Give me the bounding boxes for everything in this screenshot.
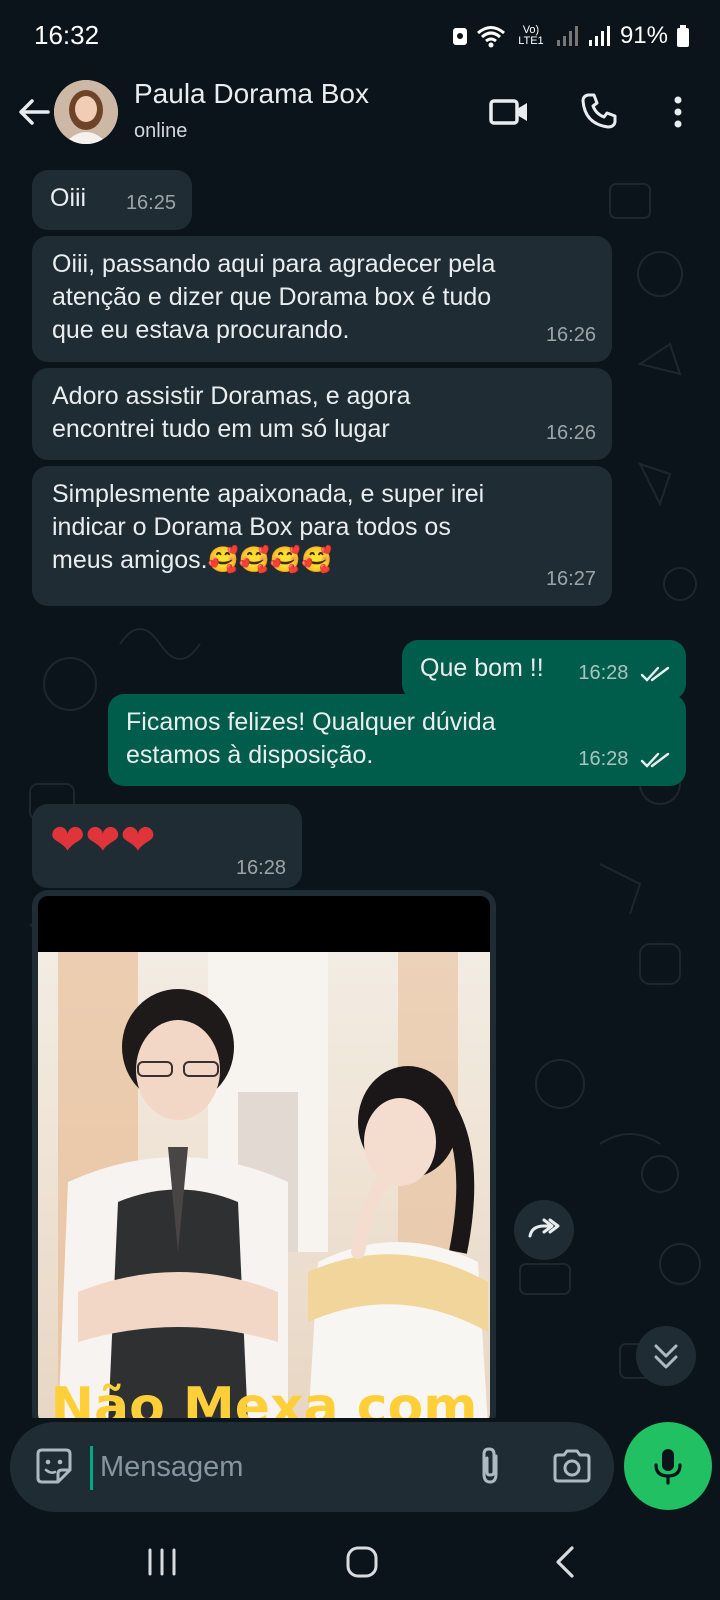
- battery-percent: 91%: [619, 22, 668, 49]
- camera-icon[interactable]: [550, 1444, 594, 1488]
- message-text: Simplesmente apaixonada, e super irei in…: [52, 480, 485, 574]
- message-bubble-incoming[interactable]: Oiii, passando aqui para agradecer pela …: [32, 236, 612, 362]
- message-time: 16:28: [578, 662, 629, 684]
- message-time: 16:26: [545, 324, 596, 346]
- contact-name[interactable]: Paula Dorama Box: [134, 78, 369, 110]
- contact-status: online: [134, 120, 188, 142]
- arrow-left-icon[interactable]: [14, 92, 54, 132]
- drama-poster-image: Não Mexa com: [38, 952, 490, 1418]
- message-time-row: 16:28: [578, 657, 670, 690]
- chat-header: Paula Dorama Box online: [0, 72, 720, 164]
- double-chevron-down-icon: [654, 1344, 678, 1369]
- mic-icon: [654, 1449, 682, 1485]
- message-time: 16:26: [545, 422, 596, 444]
- sticker-icon[interactable]: [32, 1444, 76, 1488]
- avatar[interactable]: [54, 80, 118, 144]
- paperclip-icon[interactable]: [470, 1444, 514, 1488]
- message-input-container[interactable]: [10, 1422, 614, 1512]
- message-time: 16:27: [545, 568, 596, 590]
- image-message[interactable]: Não Mexa com: [32, 890, 496, 1418]
- battery-icon: [677, 25, 689, 47]
- status-bar: 16:32 Vo) LTE1 91%: [0, 0, 720, 72]
- video-call-icon[interactable]: [488, 92, 530, 132]
- forward-icon: [528, 1218, 560, 1238]
- message-input[interactable]: [100, 1444, 450, 1490]
- message-bubble-incoming[interactable]: Simplesmente apaixonada, e super irei in…: [32, 466, 612, 606]
- status-icons: Vo) LTE1 91%: [452, 22, 690, 50]
- scroll-to-bottom-button[interactable]: [636, 1326, 696, 1386]
- system-navigation-bar: [0, 1524, 720, 1600]
- signal-2-icon: [588, 26, 610, 46]
- message-text: Oiii, passando aqui para agradecer pela …: [52, 250, 496, 344]
- more-vert-icon[interactable]: [662, 92, 694, 132]
- phone-icon[interactable]: [580, 92, 618, 130]
- recent-apps-icon[interactable]: [144, 1544, 180, 1580]
- double-check-icon: [640, 752, 670, 768]
- message-bubble-incoming[interactable]: ❤❤❤ 16:28: [32, 804, 302, 888]
- forward-button[interactable]: [514, 1200, 574, 1260]
- poster-title: Não Mexa com: [51, 1377, 478, 1418]
- image-thumbnail[interactable]: Não Mexa com: [38, 896, 490, 1418]
- network-type: Vo) LTE1: [518, 24, 544, 47]
- message-time: 16:28: [578, 748, 629, 770]
- message-time: 16:28: [235, 857, 286, 879]
- voice-message-button[interactable]: [624, 1422, 712, 1510]
- double-check-icon: [640, 666, 670, 682]
- signal-1-icon: [556, 26, 578, 46]
- message-bubble-incoming[interactable]: Oiii 16:25: [32, 170, 192, 230]
- message-bubble-outgoing[interactable]: Que bom !! 16:28: [402, 640, 686, 700]
- wifi-icon: [476, 26, 505, 48]
- message-text: Adoro assistir Doramas, e agora encontre…: [52, 382, 411, 443]
- text-cursor: [90, 1446, 93, 1490]
- message-bubble-outgoing[interactable]: Ficamos felizes! Qualquer dúvida estamos…: [108, 694, 686, 786]
- message-bubble-incoming[interactable]: Adoro assistir Doramas, e agora encontre…: [32, 368, 612, 460]
- message-time-row: 16:28: [578, 743, 670, 776]
- message-composer: [0, 1418, 720, 1524]
- status-time: 16:32: [34, 20, 100, 50]
- message-time: 16:25: [125, 192, 176, 214]
- home-icon[interactable]: [342, 1542, 382, 1582]
- notification-icon: [452, 28, 467, 45]
- system-back-icon[interactable]: [548, 1542, 584, 1582]
- chat-area[interactable]: Oiii 16:25 Oiii, passando aqui para agra…: [0, 164, 720, 1418]
